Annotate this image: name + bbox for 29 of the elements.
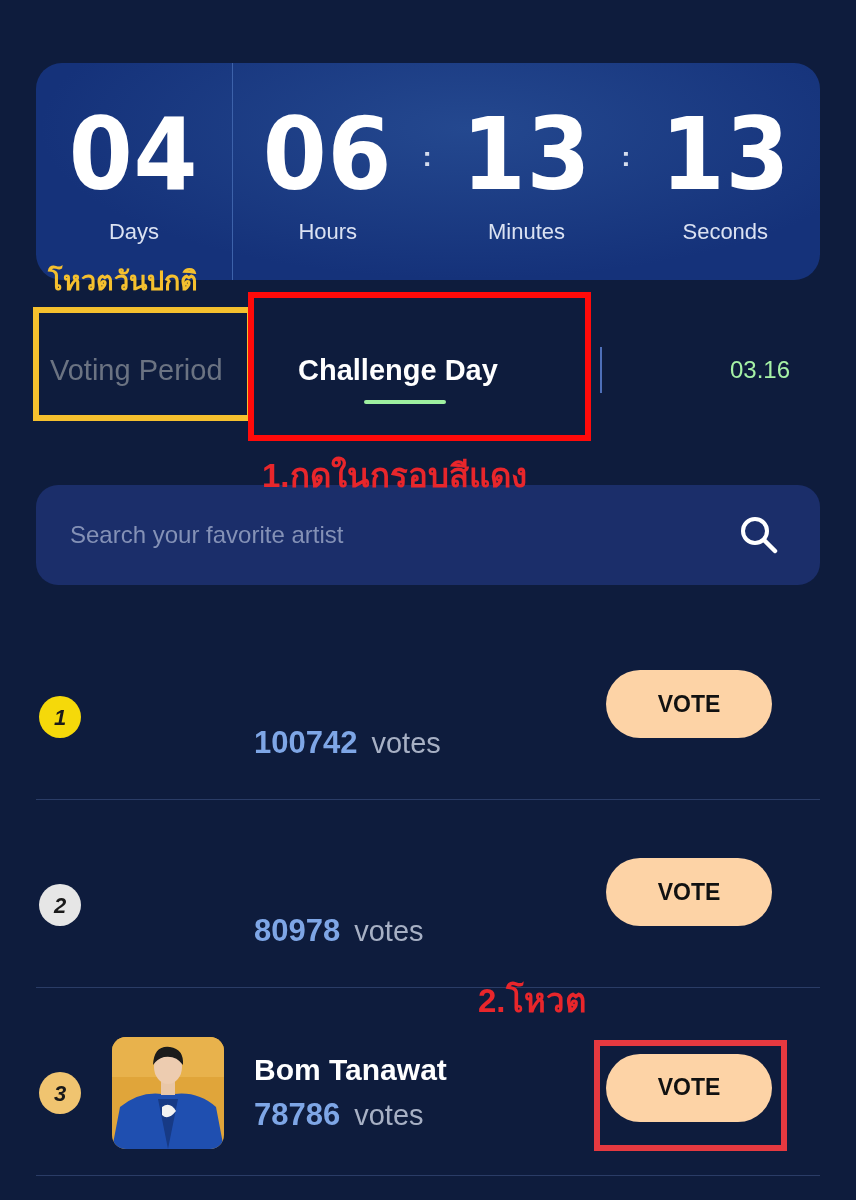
- annotation-text: โหวตวันปกติ: [48, 264, 198, 298]
- rank-badge: 3: [38, 1070, 82, 1115]
- countdown-number: 06: [262, 104, 393, 205]
- vote-count: 80978: [254, 912, 341, 949]
- countdown-label: Hours: [298, 218, 358, 245]
- vote-count: 78786: [254, 1096, 341, 1133]
- time-separator: :: [422, 140, 432, 173]
- countdown-label: Minutes: [488, 218, 566, 245]
- search-icon: [738, 514, 780, 556]
- vote-button[interactable]: VOTE: [606, 1053, 772, 1122]
- countdown-label: Days: [108, 218, 160, 245]
- countdown-label: Seconds: [682, 218, 769, 245]
- countdown-number: 13: [660, 104, 791, 205]
- time-separator: :: [621, 140, 631, 173]
- vote-button[interactable]: VOTE: [606, 670, 772, 738]
- countdown-number: 13: [461, 104, 592, 205]
- votes-label: votes: [354, 1098, 424, 1132]
- votes-label: votes: [371, 726, 441, 760]
- rank-badge: 1: [38, 694, 82, 739]
- countdown-number: 04: [69, 104, 199, 205]
- vote-button[interactable]: VOTE: [606, 858, 772, 926]
- period-tab[interactable]: Challenge Day: [298, 339, 518, 413]
- rank-badge: 2: [38, 882, 82, 927]
- date-label: 03.16: [729, 356, 790, 384]
- period-tab[interactable]: Voting Period: [50, 339, 260, 401]
- annotation-text: 2.โหวต: [478, 980, 586, 1021]
- votes-label: votes: [354, 914, 424, 948]
- vote-count: 100742: [254, 724, 358, 761]
- artist-name: Bom Tanawat: [254, 1052, 448, 1087]
